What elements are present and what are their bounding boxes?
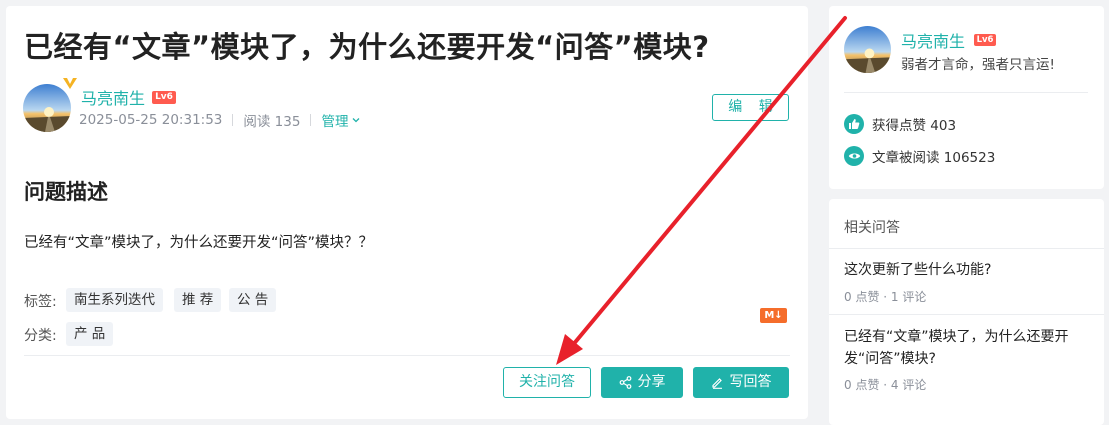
related-question-meta: 0 点赞 · 4 评论: [844, 378, 927, 392]
category-label: 分类:: [24, 328, 57, 344]
manage-dropdown[interactable]: 管理: [321, 110, 361, 130]
tag-item[interactable]: 推 荐: [174, 288, 222, 312]
sidebar-author-name[interactable]: 马亮南生: [901, 28, 965, 52]
author-motto: 弱者才言命，强者只言运!: [901, 57, 1055, 73]
tag-item[interactable]: 公 告: [229, 288, 277, 312]
vip-crown-icon: [63, 78, 77, 89]
thumb-up-icon: [844, 114, 864, 134]
level-badge: Lv6: [152, 91, 176, 104]
share-button[interactable]: 分享: [601, 367, 683, 398]
category-item[interactable]: 产 品: [66, 322, 114, 346]
read-count: 阅读 135: [243, 114, 301, 130]
question-card: 已经有“文章”模块了，为什么还要开发“问答”模块? 马亮南生 Lv6 2025-…: [6, 6, 808, 419]
pencil-icon: [711, 378, 722, 389]
follow-question-button[interactable]: 关注问答: [503, 367, 591, 398]
related-question-meta: 0 点赞 · 1 评论: [844, 290, 927, 304]
write-answer-button[interactable]: 写回答: [693, 367, 789, 398]
tag-item[interactable]: 南生系列迭代: [66, 288, 163, 312]
related-questions-card: 相关问答 这次更新了些什么功能? 0 点赞 · 1 评论 已经有“文章”模块了，…: [829, 199, 1104, 425]
related-divider: [829, 248, 1104, 249]
author-name[interactable]: 马亮南生: [81, 85, 145, 109]
markdown-badge: M↓: [760, 308, 787, 323]
author-profile-card: 马亮南生 Lv6 弱者才言命，强者只言运! 获得点赞 403 文章被阅读 106…: [829, 6, 1104, 189]
related-title: 相关问答: [844, 220, 900, 236]
related-question-link[interactable]: 这次更新了些什么功能?: [844, 259, 1094, 281]
share-icon: [619, 376, 631, 389]
publish-date: 2025-05-25 20:31:53: [79, 112, 223, 128]
tags-label: 标签:: [24, 294, 57, 310]
question-title: 已经有“文章”模块了，为什么还要开发“问答”模块?: [24, 30, 710, 64]
meta-divider: [232, 114, 234, 126]
write-answer-label: 写回答: [729, 374, 772, 390]
likes-count: 获得点赞 403: [872, 118, 957, 134]
chevron-down-icon: [352, 118, 360, 123]
eye-icon: [844, 146, 864, 166]
share-label: 分享: [637, 374, 666, 390]
likes-stat: 获得点赞 403: [844, 114, 956, 134]
related-divider: [829, 314, 1104, 315]
sidebar-avatar[interactable]: [844, 26, 891, 73]
meta-divider: [310, 114, 312, 126]
reads-count: 文章被阅读 106523: [872, 150, 996, 166]
edit-button[interactable]: 编 辑: [712, 94, 789, 121]
question-body: 已经有“文章”模块了，为什么还要开发“问答”模块？？: [24, 235, 374, 251]
related-question-link[interactable]: 已经有“文章”模块了，为什么还要开发“问答”模块?: [844, 326, 1094, 370]
question-meta: 2025-05-25 20:31:53 阅读 135 管理: [79, 110, 361, 130]
actions-divider: [24, 355, 790, 356]
manage-label: 管理: [321, 114, 349, 130]
author-avatar[interactable]: [23, 84, 71, 132]
section-title: 问题描述: [24, 180, 108, 204]
reads-stat: 文章被阅读 106523: [844, 146, 995, 166]
sidebar-level-badge: Lv6: [974, 34, 996, 46]
profile-divider: [844, 92, 1088, 93]
